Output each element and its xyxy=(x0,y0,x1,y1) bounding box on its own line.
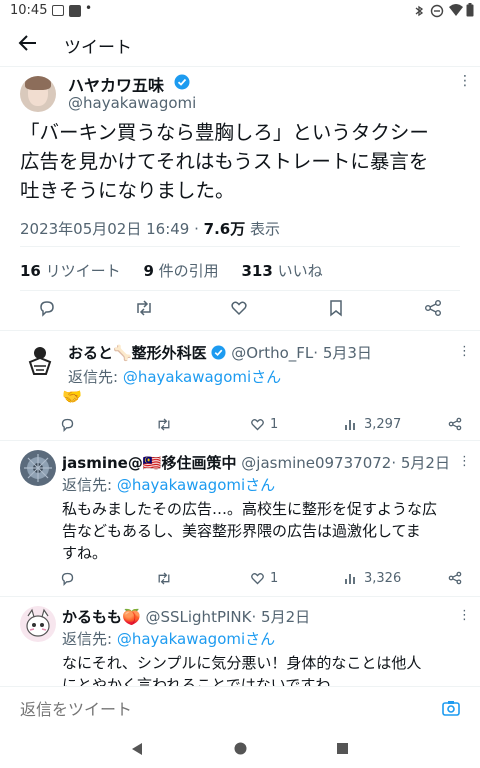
back-nav-icon[interactable] xyxy=(131,742,143,756)
reply-date[interactable]: · 5月3日 xyxy=(313,344,372,362)
more-options-icon[interactable]: ⋮ xyxy=(458,344,471,359)
reply-header: おると🦴整形外科医 @Ortho_FL· 5月3日 xyxy=(68,342,458,363)
stats-divider xyxy=(20,290,460,291)
like-icon[interactable] xyxy=(250,571,265,586)
reply-author-handle[interactable]: @jasmine09737072 xyxy=(241,454,391,472)
reply-composer xyxy=(0,686,480,730)
views-icon[interactable] xyxy=(344,571,358,585)
wifi-icon xyxy=(449,4,463,16)
tweet-text-line: 広告を見かけてそれはもうストレートに暴言を xyxy=(20,150,429,173)
home-nav-icon[interactable] xyxy=(234,742,247,755)
reply-item[interactable]: おると🦴整形外科医 @Ortho_FL· 5月3日 ⋮ 返信先: @hayaka… xyxy=(0,330,480,440)
reply-author-name[interactable]: jasmine@🇲🇾移住画策中 xyxy=(62,454,237,472)
tweet-text-line: 「バーキン買うなら豊胸しろ」というタクシー xyxy=(20,121,429,144)
reply-author-handle[interactable]: @Ortho_FL xyxy=(231,344,313,362)
view-count: 3,297 xyxy=(364,417,402,432)
retweet-icon[interactable] xyxy=(156,571,172,586)
back-arrow-icon[interactable] xyxy=(18,33,38,53)
tweet-text-line: 吐きそうになりました。 xyxy=(20,179,235,202)
reply-avatar[interactable] xyxy=(20,606,56,642)
retweet-stat[interactable]: 16 リツイート xyxy=(20,262,121,280)
reply-icon[interactable] xyxy=(38,299,56,317)
reply-author-name[interactable]: おると🦴整形外科医 xyxy=(68,344,207,362)
retweet-icon[interactable] xyxy=(156,417,172,432)
battery-icon xyxy=(466,3,474,17)
reply-text-line: なにそれ、シンプルに気分悪い！身体的なことは他人 xyxy=(62,654,422,672)
view-count: 3,326 xyxy=(364,571,402,586)
header-divider xyxy=(0,66,480,67)
reply-text-line: 告などもあるし、美容整形界隈の広告は過激化してま xyxy=(62,522,421,540)
reply-text: 私もみましたその広告…。高校生に整形を促すような広 告などもあるし、美容整形界隈… xyxy=(62,498,466,564)
quote-stat[interactable]: 9 件の引用 xyxy=(143,262,218,280)
share-icon[interactable] xyxy=(448,571,462,585)
more-options-icon[interactable]: ⋮ xyxy=(458,74,472,88)
reply-icon[interactable] xyxy=(60,417,75,432)
camera-icon[interactable] xyxy=(442,700,460,716)
reply-text-line: すね。 xyxy=(62,544,108,562)
reply-input[interactable] xyxy=(12,693,432,725)
views-icon[interactable] xyxy=(344,417,358,431)
meta-divider xyxy=(20,246,460,247)
reply-to-mention[interactable]: @hayakawagomiさん xyxy=(117,630,275,648)
reply-to-mention[interactable]: @hayakawagomiさん xyxy=(123,368,281,386)
retweet-icon[interactable] xyxy=(134,299,154,317)
share-icon[interactable] xyxy=(448,417,462,431)
author-avatar[interactable] xyxy=(20,76,56,112)
reply-text: 🤝 xyxy=(62,387,82,406)
recents-nav-icon[interactable] xyxy=(337,743,348,754)
dnd-icon xyxy=(430,4,444,18)
like-icon[interactable] xyxy=(250,417,265,432)
status-time: 10:45 xyxy=(10,3,48,18)
reply-text: なにそれ、シンプルに気分悪い！身体的なことは他人 にとやかく言われることではない… xyxy=(62,652,466,686)
status-dot: • xyxy=(85,1,93,15)
share-icon[interactable] xyxy=(424,299,442,317)
meta-separator: · xyxy=(189,220,204,238)
tweet-timestamp[interactable]: 2023年05月02日 16:49 xyxy=(20,220,189,238)
reply-actions: 1 3,326 xyxy=(0,570,480,590)
reply-date[interactable]: · 5月2日 xyxy=(251,608,310,626)
tweet-body: 「バーキン買うなら豊胸しろ」というタクシー 広告を見かけてそれはもうストレートに… xyxy=(20,118,470,205)
like-count: 1 xyxy=(270,571,279,586)
reply-to-line: 返信先: @hayakawagomiさん xyxy=(68,368,282,386)
view-count: 7.6万 xyxy=(203,220,246,238)
tweet-stats: 16 リツイート 9 件の引用 313 いいね xyxy=(20,260,323,281)
verified-badge-icon xyxy=(174,74,190,90)
author-name[interactable]: ハヤカワ五味 xyxy=(68,72,164,96)
more-options-icon[interactable]: ⋮ xyxy=(458,454,471,469)
reply-date[interactable]: · 5月2日 xyxy=(391,454,450,472)
reply-icon[interactable] xyxy=(60,571,75,586)
reply-author-name[interactable]: かるもも🍑 xyxy=(62,608,141,626)
reply-text-line: にとやかく言われることではないですわ xyxy=(62,676,331,686)
bookmark-icon[interactable] xyxy=(328,299,344,317)
like-stat[interactable]: 313 いいね xyxy=(241,262,322,280)
author-handle[interactable]: @hayakawagomi xyxy=(68,94,196,112)
puzzle-icon xyxy=(69,5,81,17)
status-bar: 10:45 • xyxy=(0,0,480,22)
reply-to-line: 返信先: @hayakawagomiさん xyxy=(62,476,276,494)
more-options-icon[interactable]: ⋮ xyxy=(458,608,471,623)
notification-icon xyxy=(52,5,64,16)
app-header: ツイート xyxy=(0,22,480,66)
like-count: 1 xyxy=(270,417,279,432)
reply-item[interactable]: かるもも🍑 @SSLightPINK· 5月2日 ⋮ 返信先: @hayakaw… xyxy=(0,596,480,686)
tweet-action-bar xyxy=(0,296,480,322)
like-icon[interactable] xyxy=(230,299,248,317)
view-label: 表示 xyxy=(250,220,281,238)
reply-to-line: 返信先: @hayakawagomiさん xyxy=(62,630,276,648)
verified-badge-icon xyxy=(211,345,226,360)
system-nav-bar xyxy=(0,730,480,768)
reply-actions: 1 3,297 xyxy=(0,416,480,436)
main-tweet: ハヤカワ五味 @hayakawagomi ⋮ 「バーキン買うなら豊胸しろ」という… xyxy=(0,72,480,368)
reply-author-handle[interactable]: @SSLightPINK xyxy=(145,608,251,626)
reply-header: jasmine@🇲🇾移住画策中 @jasmine09737072· 5月2日 xyxy=(62,452,458,473)
reply-to-mention[interactable]: @hayakawagomiさん xyxy=(117,476,275,494)
reply-item[interactable]: jasmine@🇲🇾移住画策中 @jasmine09737072· 5月2日 ⋮… xyxy=(0,440,480,596)
reply-avatar[interactable] xyxy=(20,340,60,380)
page-title: ツイート xyxy=(64,38,132,58)
reply-header: かるもも🍑 @SSLightPINK· 5月2日 xyxy=(62,606,310,627)
tweet-meta: 2023年05月02日 16:49 · 7.6万 表示 xyxy=(20,218,280,239)
reply-avatar[interactable] xyxy=(20,450,56,486)
reply-text-line: 私もみましたその広告…。高校生に整形を促すような広 xyxy=(62,500,438,518)
bluetooth-icon xyxy=(415,5,424,17)
